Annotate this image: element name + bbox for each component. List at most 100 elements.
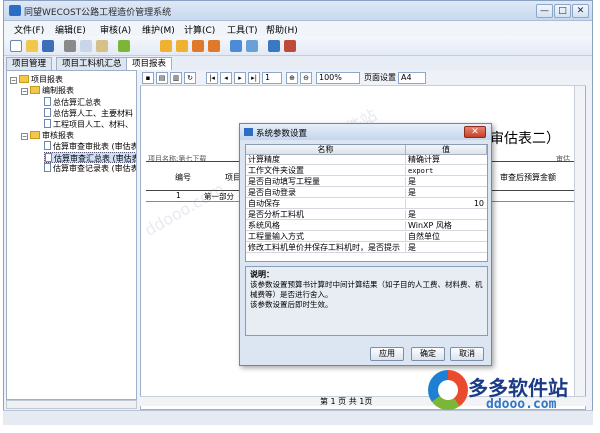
col-audited-amount: 审查后预算金额 [500,173,556,182]
description-label: 说明： [250,270,274,279]
col-header-value: 值 [406,145,487,155]
zoom-in-icon[interactable]: ⊕ [286,72,298,84]
tree-horizontal-scrollbar[interactable] [6,400,137,409]
cancel-button[interactable]: 取消 [450,347,484,361]
settings-row[interactable]: 是否自动登录是 [246,188,487,198]
col-number: 编号 [175,173,191,182]
report-tree: − 项目报表 − 编制报表 总估算汇总表 总估算人工、主要材料 工程项目人工、材料、… [6,70,137,400]
folder-icon [19,75,29,83]
document-icon [44,97,51,106]
settings-row[interactable]: 修改工料机单价并保存工料机时，是否提示是 [246,243,487,253]
report-toolbar: ▪ ▤ ▥ ↻ |◂ ◂ ▸ ▸| 1 ⊕ ⊖ 100% 页面设置 A4 [140,70,586,86]
wand-icon[interactable] [118,40,130,52]
watermark-site-url: ddooo.com [486,397,557,412]
menu-tools[interactable]: 工具(T) [227,23,258,36]
print-icon[interactable]: ▥ [170,72,182,84]
dialog-close-button[interactable]: ✕ [464,126,486,138]
page-indicator: 第 1 页 共 1页 [320,397,373,406]
paper-size-select[interactable]: A4 [398,72,426,84]
collapse-icon[interactable]: − [21,133,28,140]
next-page-icon[interactable]: ▸ [234,72,246,84]
menu-calculate[interactable]: 计算(C) [184,23,215,36]
tree-item[interactable]: 工程项目人工、材料、 [44,119,133,130]
paste-icon[interactable] [96,40,108,52]
copy-icon[interactable] [80,40,92,52]
last-page-icon[interactable]: ▸| [248,72,260,84]
menu-edit[interactable]: 编辑(E) [55,23,86,36]
document-icon [45,153,52,162]
exit-icon[interactable] [284,40,296,52]
description-text: 该参数设置预算书计算时中间计算结果（如子目的人工费、材料费、机械费等）是否进行舍… [250,280,483,309]
page-setup-label[interactable]: 页面设置 [364,72,396,83]
refresh-icon[interactable]: ↻ [184,72,196,84]
document-icon [44,141,51,150]
status-bar [3,410,593,425]
settings-row[interactable]: 工程量输入方式 自然单位 [246,232,487,242]
save-report-icon[interactable]: ▪ [142,72,154,84]
settings-row[interactable]: 系统风格 WinXP 风格 [246,221,487,231]
document-icon [44,163,51,172]
watermark-logo-inner [438,380,458,400]
first-page-icon[interactable]: |◂ [206,72,218,84]
tab-bar: 项目管理 项目工料机汇总 项目报表 [4,56,592,70]
dialog-app-icon [244,128,253,136]
report-title: 审估表二） [490,131,560,147]
ok-button[interactable]: 确定 [411,347,445,361]
main-toolbar [4,36,592,56]
document-icon [44,119,51,128]
settings-row[interactable]: 计算精度 精确计算 [246,155,487,165]
arrow-up-icon[interactable] [160,40,172,52]
tree-group-compile[interactable]: − 编制报表 [21,85,74,96]
report-vertical-scrollbar[interactable] [574,86,585,396]
menu-file[interactable]: 文件(F) [14,23,44,36]
zoom-select[interactable]: 100% [316,72,360,84]
collapse-icon[interactable]: − [21,88,28,95]
new-file-icon[interactable] [10,40,22,52]
cut-icon[interactable] [64,40,76,52]
save-icon[interactable] [42,40,54,52]
minimize-button[interactable]: — [536,4,553,18]
description-panel: 说明： 该参数设置预算书计算时中间计算结果（如子目的人工费、材料费、机械费等）是… [245,266,488,336]
dialog-title-bar: 系统参数设置 ✕ [240,124,491,140]
window-title: 同望WECOST公路工程造价管理系统 [24,8,172,18]
tree-item[interactable]: 估算审查记录表 (审估表 [44,163,136,174]
tree-item[interactable]: 估算审查审批表 (审估表 [44,141,136,152]
document-icon [44,108,51,117]
tree-group-audit[interactable]: − 审核报表 [21,130,74,141]
arrow-left-icon[interactable] [192,40,204,52]
tab-material-summary[interactable]: 项目工料机汇总 [56,57,128,70]
collapse-icon[interactable]: − [10,77,17,84]
col-header-name: 名称 [246,145,406,155]
settings-row[interactable]: 工作文件夹设置 export [246,166,487,176]
settings-row[interactable]: 是否分析工料机是 [246,210,487,220]
system-settings-dialog: 系统参数设置 ✕ 名称 值 计算精度 精确计算 工作文件夹设置 export 是否自… [239,123,492,366]
apply-button[interactable]: 应用 [370,347,404,361]
menu-help[interactable]: 帮助(H) [266,23,298,36]
arrow-right-icon[interactable] [208,40,220,52]
grid-icon[interactable] [246,40,258,52]
tree-item[interactable]: 总估算汇总表 [44,97,101,108]
close-button[interactable]: ✕ [572,4,589,18]
tree-root[interactable]: − 项目报表 [10,74,63,85]
tree-item[interactable]: 总估算人工、主要材料 [44,108,133,119]
zoom-out-icon[interactable]: ⊖ [300,72,312,84]
export-icon[interactable]: ▤ [156,72,168,84]
row-number: 1 [176,191,181,200]
open-folder-icon[interactable] [26,40,38,52]
report-icon[interactable] [268,40,280,52]
folder-icon [30,86,40,94]
calc-icon[interactable] [230,40,242,52]
settings-grid: 名称 值 计算精度 精确计算 工作文件夹设置 export 是否自动填写工程量是 是… [245,144,488,262]
menu-maintain[interactable]: 维护(M) [142,23,175,36]
tab-project-report[interactable]: 项目报表 [126,57,173,70]
menu-audit[interactable]: 审核(A) [100,23,131,36]
tab-project-manage[interactable]: 项目管理 [6,57,53,70]
arrow-down-icon[interactable] [176,40,188,52]
tree-item-selected[interactable]: 估算审查汇总表 (审估表 [44,152,136,163]
page-number-input[interactable]: 1 [262,72,282,84]
settings-row[interactable]: 自动保存 10 [246,199,487,209]
prev-page-icon[interactable]: ◂ [220,72,232,84]
maximize-button[interactable]: □ [554,4,571,18]
app-logo-icon [9,5,21,16]
settings-row[interactable]: 是否自动填写工程量是 [246,177,487,187]
